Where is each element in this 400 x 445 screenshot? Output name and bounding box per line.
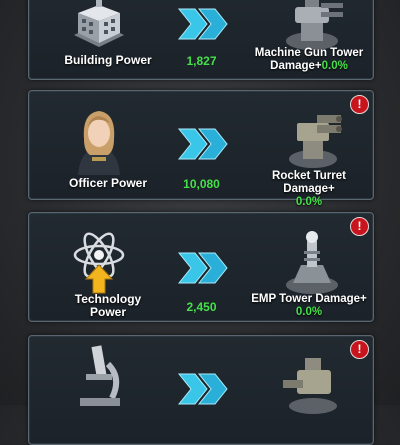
rocket-turret-icon (289, 115, 342, 168)
emp-tower-damage-text: EMP Tower Damage+ (251, 293, 367, 305)
rocket-turret-damage-text: Rocket Turret Damage+ (272, 170, 346, 195)
emp-tower-damage-pct: 0.0% (295, 306, 323, 318)
alert-badge[interactable]: ! (350, 340, 369, 359)
officer-portrait-icon (78, 111, 120, 175)
emp-tower-damage-label: EMP Tower Damage+ 0.0% (249, 293, 369, 319)
cannon-tower-icon (283, 358, 337, 414)
double-chevron-icon (177, 128, 228, 160)
power-row-building: Building Power 1,827 Machine Gun Tower D… (28, 0, 374, 80)
atom-arrow-icon (73, 232, 125, 294)
double-chevron-icon (177, 252, 228, 284)
machine-gun-tower-damage-pct: 0.0% (321, 60, 348, 72)
microscope-icon (80, 345, 120, 406)
building-power-value: 1,827 (186, 54, 217, 68)
technology-power-label: Technology Power (74, 292, 142, 319)
machine-gun-tower-damage-label: Machine Gun Tower Damage+0.0% (249, 47, 369, 73)
officer-power-value: 10,080 (183, 177, 220, 191)
rocket-turret-damage-label: Rocket Turret Damage+ 0.0% (249, 170, 369, 209)
building-power-label: Building Power (64, 53, 152, 67)
power-row-officer: ! Officer Power 10,080 Rocket Turret Dam… (28, 90, 374, 208)
building-icon (74, 0, 124, 47)
power-row-technology: ! Technology Power 2,450 EMP Tower Damag… (28, 212, 374, 322)
double-chevron-icon (177, 8, 228, 40)
alert-badge[interactable]: ! (350, 95, 369, 114)
double-chevron-icon (177, 373, 228, 405)
officer-power-label: Officer Power (68, 176, 148, 190)
emp-tower-icon (286, 231, 338, 294)
power-row-research: ! (28, 335, 374, 445)
alert-badge[interactable]: ! (350, 217, 369, 236)
technology-power-value: 2,450 (186, 300, 217, 314)
rocket-turret-damage-pct: 0.0% (295, 196, 323, 208)
